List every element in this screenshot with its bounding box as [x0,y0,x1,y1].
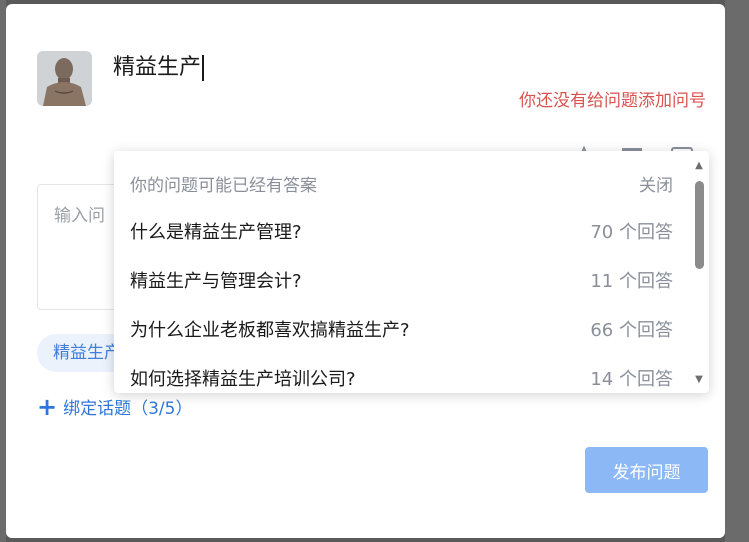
scroll-down-arrow-icon[interactable]: ▼ [694,375,704,385]
editor-placeholder: 输入问 [54,206,105,226]
plus-icon: + [37,392,58,421]
suggestion-item[interactable]: 精益生产与管理会计? 11 个回答 [130,262,673,302]
text-caret [202,55,204,81]
suggestion-title: 什么是精益生产管理? [130,222,302,243]
publish-question-button[interactable]: 发布问题 [585,447,708,493]
bind-topic-button[interactable]: + 绑定话题（3/5） [37,392,193,421]
suggestion-answer-count: 11 个回答 [590,271,673,292]
suggestion-title: 精益生产与管理会计? [130,271,302,292]
suggestions-header: 你的问题可能已经有答案 关闭 [130,171,673,196]
suggestion-item[interactable]: 如何选择精益生产培训公司? 14 个回答 [130,360,673,393]
question-mark-warning: 你还没有给问题添加问号 [519,91,706,111]
scroll-up-arrow-icon[interactable]: ▲ [694,161,704,171]
similar-questions-dropdown: 你的问题可能已经有答案 关闭 什么是精益生产管理? 70 个回答 精益生产与管理… [114,151,709,393]
close-suggestions-button[interactable]: 关闭 [639,171,673,196]
suggestion-title: 为什么企业老板都喜欢搞精益生产? [130,320,410,341]
avatar [37,51,92,106]
suggestion-item[interactable]: 什么是精益生产管理? 70 个回答 [130,213,673,253]
suggestion-answer-count: 70 个回答 [590,222,673,243]
suggestion-item[interactable]: 为什么企业老板都喜欢搞精益生产? 66 个回答 [130,311,673,351]
scrollbar-thumb[interactable] [695,181,704,269]
question-title-text: 精益生产 [113,55,202,80]
bind-topic-label: 绑定话题（3/5） [63,399,193,419]
suggestions-title: 你的问题可能已经有答案 [130,176,317,196]
suggestion-answer-count: 14 个回答 [590,369,673,390]
question-title-input[interactable]: 精益生产 [113,48,703,88]
suggestion-answer-count: 66 个回答 [590,320,673,341]
backdrop-right [725,0,749,542]
suggestion-title: 如何选择精益生产培训公司? [130,369,356,390]
